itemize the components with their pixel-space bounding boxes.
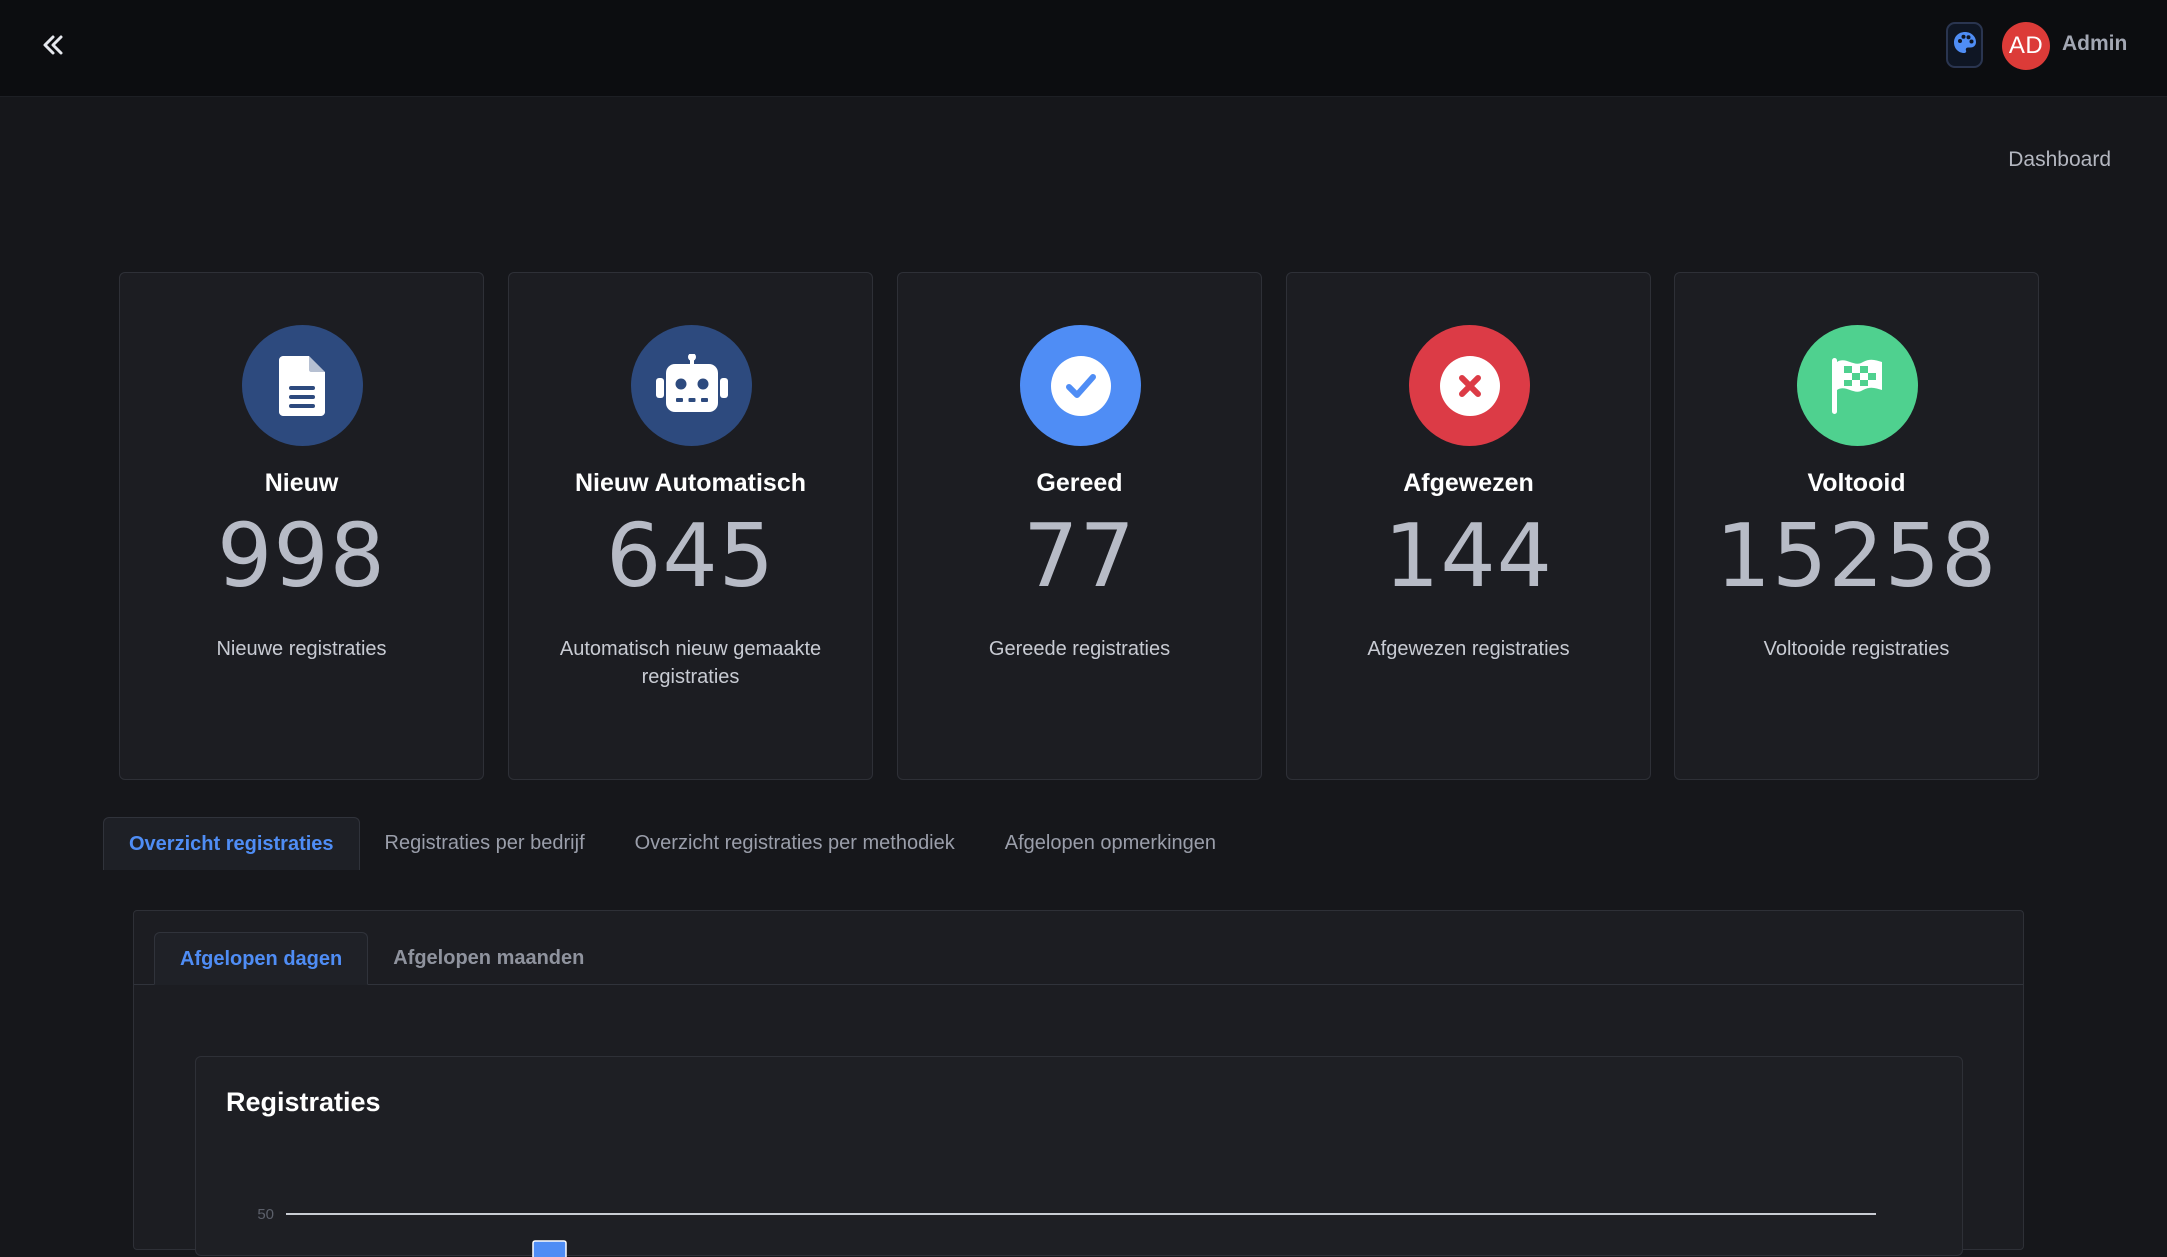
theme-palette-button[interactable] [1946,22,1983,68]
card-title: Nieuw [264,469,339,497]
double-chevron-left-icon[interactable] [36,28,70,62]
chart-bar-highlight[interactable] [532,1240,567,1257]
card-description: Afgewezen registraties [1367,638,1570,660]
card-value: 15258 [1715,505,1998,607]
card-title: Gereed [1036,469,1123,497]
avatar-initials: AD [2008,32,2044,59]
avatar[interactable]: AD [2002,22,2050,70]
breadcrumb: Dashboard [2008,148,2111,171]
tab-registraties-per-bedrijf[interactable]: Registraties per bedrijf [360,817,610,870]
card-value: 645 [605,505,776,607]
card-description: Nieuwe registraties [216,638,387,660]
content-panel: Afgelopen dagen Afgelopen maanden Regist… [133,910,2024,1257]
stat-card-nieuw[interactable]: Nieuw 998 Nieuwe registraties [119,272,484,780]
chart-card: Registraties 50 [195,1056,1963,1257]
stat-card-nieuw-automatisch[interactable]: Nieuw Automatisch 645 Automatisch nieuw … [508,272,873,780]
card-title: Afgewezen [1403,469,1534,497]
sub-tabs: Afgelopen dagen Afgelopen maanden [154,932,609,985]
card-description: Voltooide registraties [1763,638,1950,660]
card-value: 998 [216,505,387,607]
stat-card-gereed[interactable]: Gereed 77 Gereede registraties [897,272,1262,780]
file-icon [242,325,363,446]
checkered-flag-icon [1797,325,1918,446]
check-circle-icon [1020,325,1141,446]
stat-card-afgewezen[interactable]: Afgewezen 144 Afgewezen registraties [1286,272,1651,780]
card-title: Voltooid [1807,469,1906,497]
registraties-chart: 50 [257,1206,1876,1257]
tab-overzicht-per-methodiek[interactable]: Overzicht registraties per methodiek [610,817,980,870]
tab-afgelopen-maanden[interactable]: Afgelopen maanden [368,932,609,985]
card-description: Gereede registraties [988,638,1171,660]
card-value: 144 [1383,505,1554,607]
main-tabs: Overzicht registraties Registraties per … [103,817,1241,870]
tab-afgelopen-dagen[interactable]: Afgelopen dagen [154,932,369,985]
card-description: Automatisch nieuw gemaakte registraties [559,638,822,688]
tab-overzicht-registraties[interactable]: Overzicht registraties [103,817,360,870]
y-tick-label: 50 [257,1206,274,1223]
palette-icon [1952,30,1978,61]
robot-icon [631,325,752,446]
card-value: 77 [1023,505,1136,607]
x-circle-icon [1409,325,1530,446]
stat-cards: Nieuw 998 Nieuwe registraties Nieuw Auto… [119,272,2039,780]
card-title: Nieuw Automatisch [574,469,807,497]
stat-card-voltooid[interactable]: Voltooid 15258 Voltooide registraties [1674,272,2039,780]
tab-afgelopen-opmerkingen[interactable]: Afgelopen opmerkingen [980,817,1241,870]
user-name[interactable]: Admin [2062,32,2127,56]
top-bar: AD Admin [0,0,2167,97]
